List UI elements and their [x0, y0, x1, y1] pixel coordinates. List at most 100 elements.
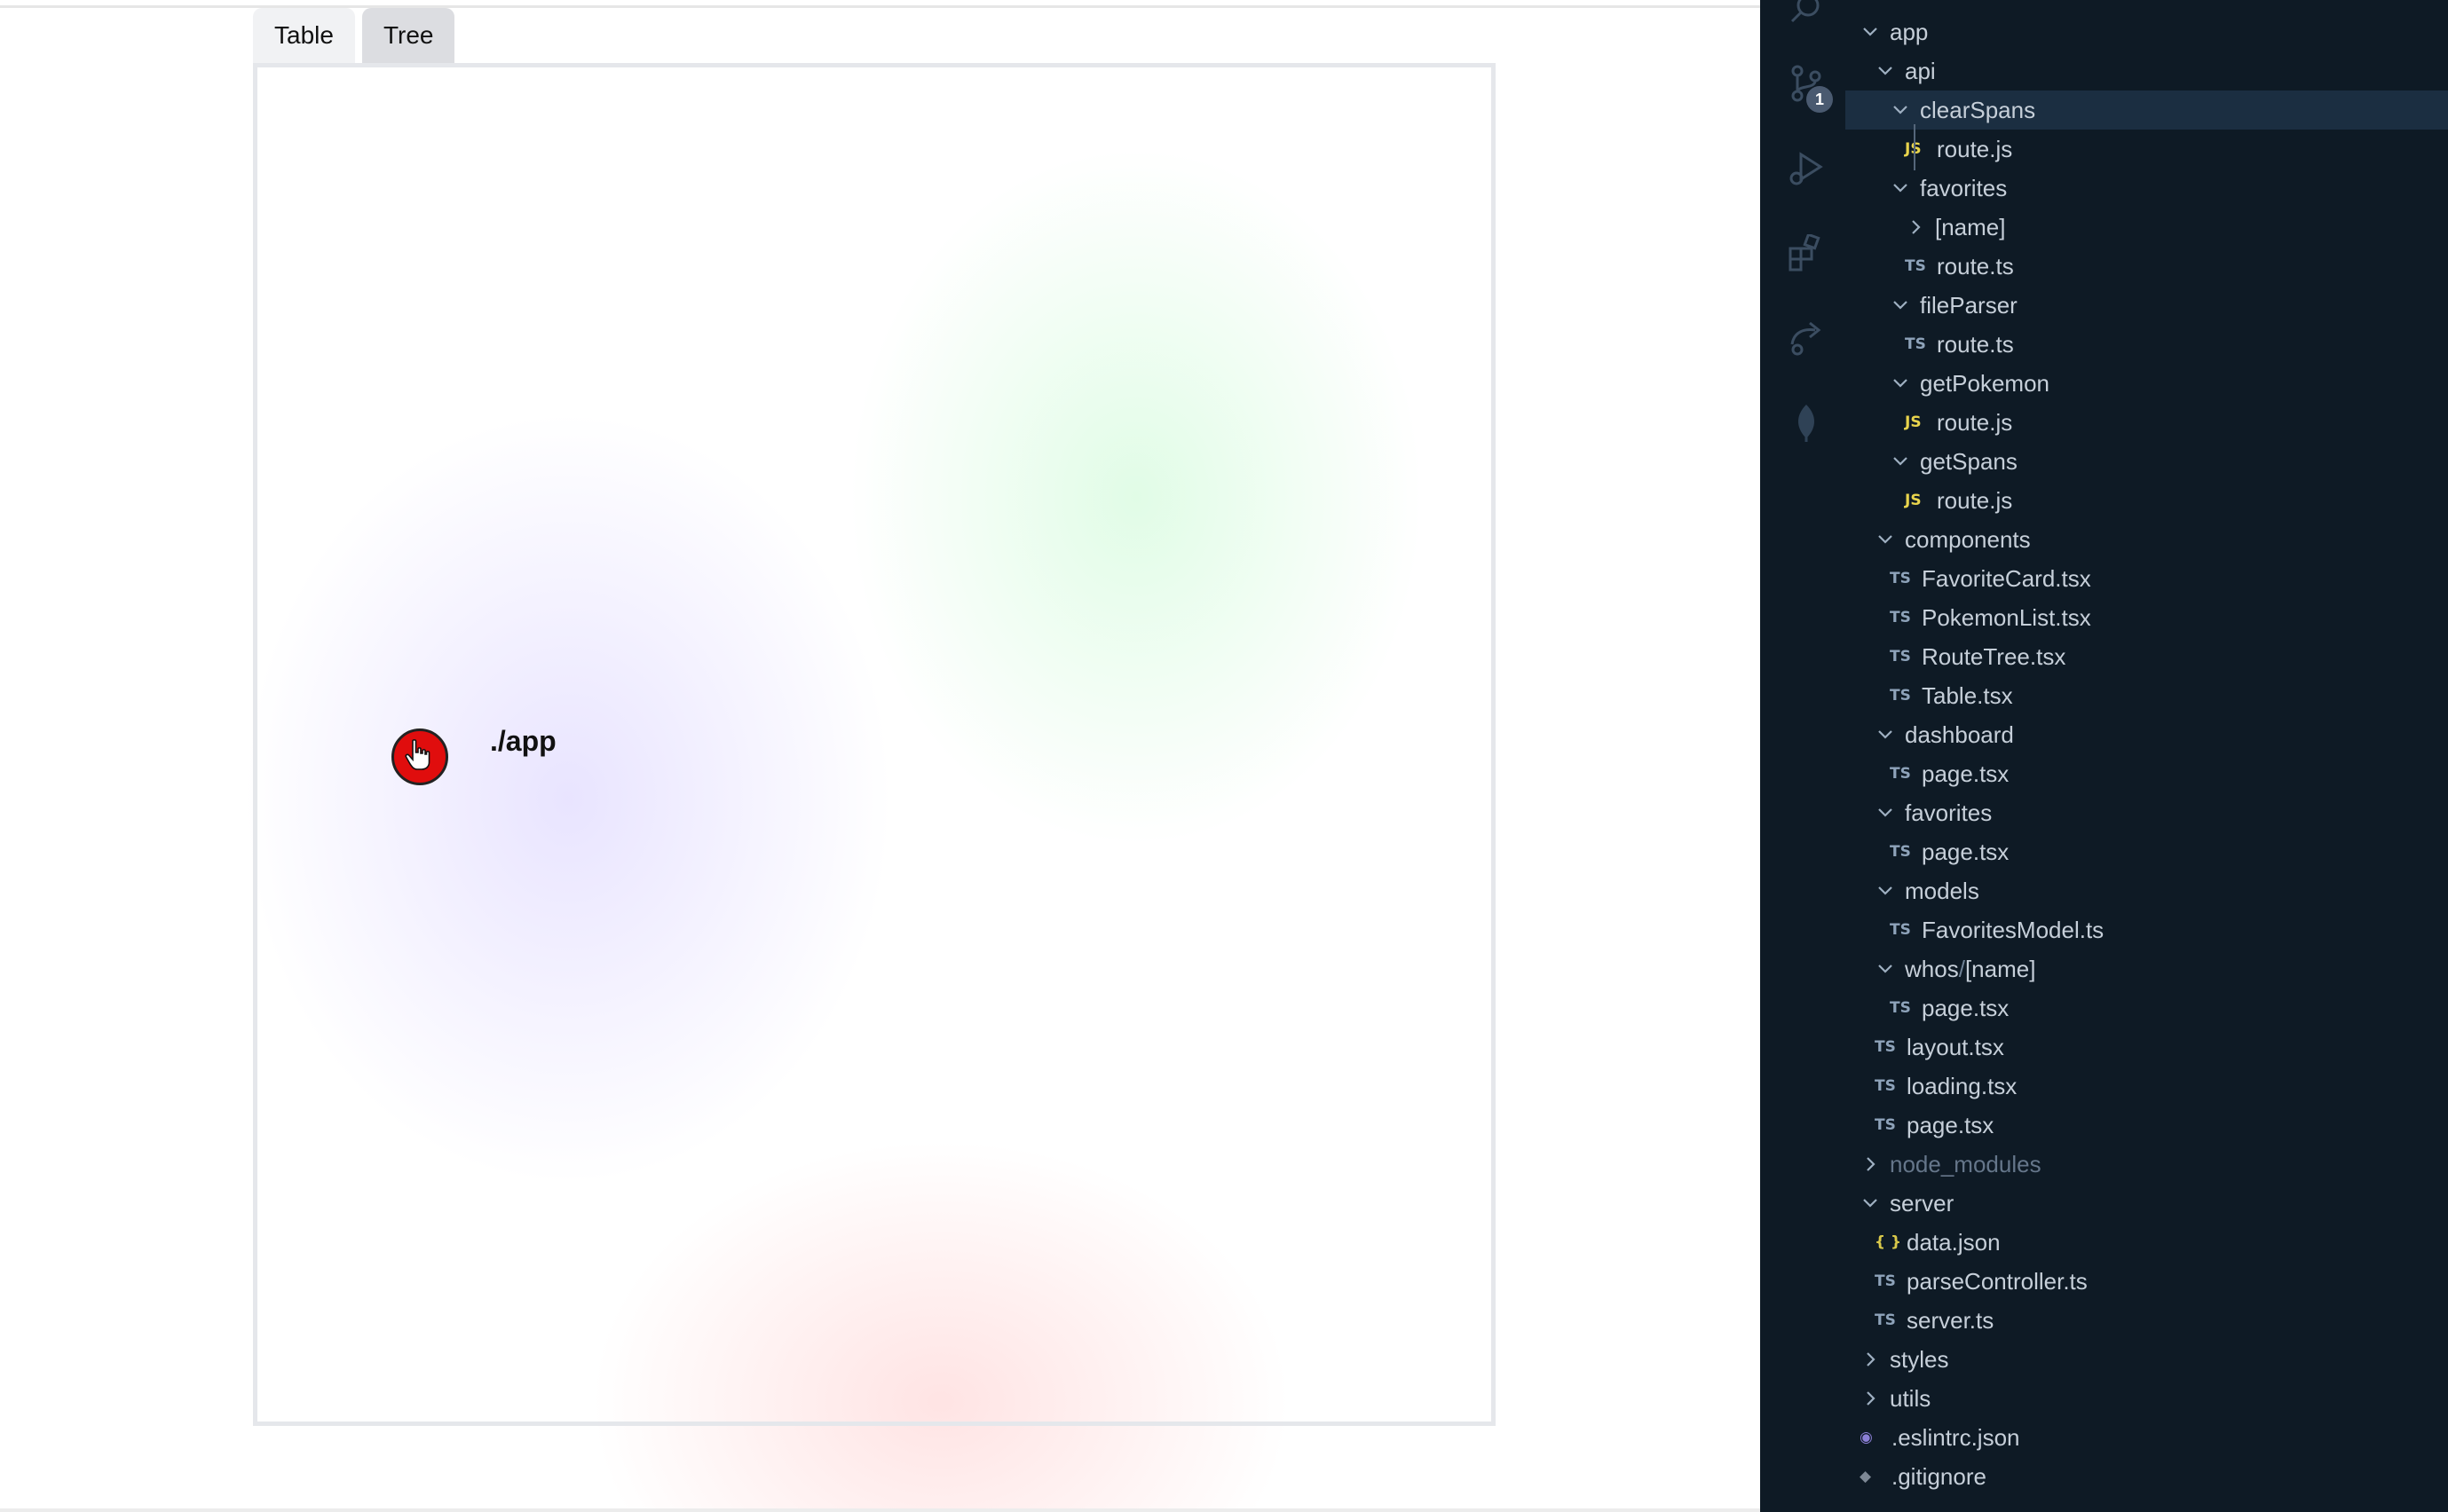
tree-item-label: dashboard: [1905, 721, 2014, 748]
chevron-right-icon[interactable]: [1905, 217, 1926, 238]
chevron-down-icon[interactable]: [1875, 802, 1896, 823]
chevron-right-icon[interactable]: [1860, 1154, 1881, 1175]
folder-row[interactable]: whos / [name]: [1845, 949, 2448, 988]
chevron-down-icon[interactable]: [1875, 958, 1896, 980]
folder-row[interactable]: styles: [1845, 1340, 2448, 1379]
tree-item-label: [name]: [1935, 213, 2006, 240]
file-row[interactable]: TS route.ts: [1845, 325, 2448, 364]
file-row[interactable]: TS server.ts: [1845, 1301, 2448, 1340]
js-file-icon: JS: [1905, 492, 1922, 509]
folder-row[interactable]: [name]: [1845, 208, 2448, 247]
folder-row[interactable]: components: [1845, 520, 2448, 559]
activity-bar: 1: [1760, 0, 1845, 1512]
file-row[interactable]: TS PokemonList.tsx: [1845, 598, 2448, 637]
chevron-down-icon[interactable]: [1890, 177, 1911, 199]
tree-item-label: Table.tsx: [1922, 681, 2013, 709]
tab-table[interactable]: Table: [253, 8, 355, 63]
ts-file-icon: TS: [1890, 648, 1911, 665]
chevron-down-icon[interactable]: [1860, 1193, 1881, 1214]
folder-row[interactable]: utils: [1845, 1379, 2448, 1418]
file-row[interactable]: TS FavoriteCard.tsx: [1845, 559, 2448, 598]
chevron-down-icon[interactable]: [1890, 295, 1911, 316]
chevron-down-icon[interactable]: [1890, 373, 1911, 394]
file-row[interactable]: TS layout.tsx: [1845, 1028, 2448, 1067]
file-row[interactable]: TS Table.tsx: [1845, 676, 2448, 715]
ts-file-icon: TS: [1875, 1038, 1896, 1056]
tree-item-label: route.js: [1937, 486, 2013, 514]
chevron-right-icon[interactable]: [1860, 1349, 1881, 1370]
file-row[interactable]: JS route.js: [1845, 403, 2448, 442]
ts-file-icon: TS: [1890, 687, 1911, 705]
tree-item-label: getSpans: [1920, 447, 2018, 475]
chevron-down-icon[interactable]: [1890, 451, 1911, 472]
folder-row[interactable]: favorites: [1845, 169, 2448, 208]
folder-row[interactable]: node_modules: [1845, 1145, 2448, 1184]
ts-file-icon: TS: [1890, 999, 1911, 1017]
tree-item-label: page.tsx: [1922, 994, 2010, 1021]
folder-row[interactable]: fileParser: [1845, 286, 2448, 325]
tree-item-label: route.ts: [1937, 330, 2014, 358]
file-row[interactable]: ◉ .eslintrc.json: [1845, 1418, 2448, 1457]
tab-tree[interactable]: Tree: [361, 8, 455, 63]
folder-row[interactable]: dashboard: [1845, 715, 2448, 754]
ts-file-icon: TS: [1875, 1077, 1896, 1095]
file-row[interactable]: TS page.tsx: [1845, 988, 2448, 1028]
tree-item-label: route.ts: [1937, 252, 2014, 280]
file-row[interactable]: TS RouteTree.tsx: [1845, 637, 2448, 676]
chevron-right-icon[interactable]: [1860, 1388, 1881, 1409]
mongodb-leaf-icon[interactable]: [1787, 403, 1826, 442]
folder-row[interactable]: clearSpans: [1845, 91, 2448, 130]
file-row[interactable]: JS route.js: [1845, 130, 2448, 169]
path-separator: /: [1958, 955, 1965, 982]
ts-file-icon: TS: [1890, 765, 1911, 783]
tree-item-label: route.js: [1937, 135, 2013, 162]
run-debug-icon[interactable]: [1787, 149, 1826, 188]
folder-row[interactable]: server: [1845, 1184, 2448, 1223]
folder-row[interactable]: getPokemon: [1845, 364, 2448, 403]
file-row[interactable]: TS route.ts: [1845, 247, 2448, 286]
file-row[interactable]: TS parseController.ts: [1845, 1262, 2448, 1301]
tree-panel: ./app: [253, 63, 1496, 1426]
folder-row[interactable]: favorites: [1845, 793, 2448, 832]
folder-row[interactable]: getSpans: [1845, 442, 2448, 481]
hand-cursor-icon: [405, 739, 430, 770]
tree-item-label: loading.tsx: [1907, 1072, 2018, 1099]
file-row[interactable]: TS loading.tsx: [1845, 1067, 2448, 1106]
chevron-down-icon[interactable]: [1860, 21, 1881, 43]
indent-guide: [1914, 124, 1915, 170]
search-icon[interactable]: [1787, 0, 1826, 30]
file-row[interactable]: TS page.tsx: [1845, 1106, 2448, 1145]
eslint-file-icon: ◉: [1860, 1429, 1873, 1446]
tree-item-label: PokemonList.tsx: [1922, 603, 2091, 631]
remote-share-icon[interactable]: [1787, 318, 1826, 357]
chevron-down-icon[interactable]: [1875, 60, 1896, 82]
tree-item-label: route.js: [1937, 408, 2013, 436]
folder-row[interactable]: app: [1845, 12, 2448, 51]
tree-item-label: styles: [1890, 1345, 1949, 1373]
tree-node-label: ./app: [490, 725, 557, 757]
chevron-down-icon[interactable]: [1875, 724, 1896, 745]
ts-file-icon: TS: [1875, 1311, 1896, 1329]
folder-row[interactable]: api: [1845, 51, 2448, 91]
tree-item-label: app: [1890, 18, 1929, 45]
file-row[interactable]: TS page.tsx: [1845, 754, 2448, 793]
ts-file-icon: TS: [1875, 1272, 1896, 1290]
file-row[interactable]: TS page.tsx: [1845, 832, 2448, 871]
file-row[interactable]: JS route.js: [1845, 481, 2448, 520]
chevron-down-icon[interactable]: [1890, 99, 1911, 121]
chevron-down-icon[interactable]: [1875, 529, 1896, 550]
git-file-icon: ◆: [1860, 1468, 1872, 1485]
extensions-icon[interactable]: [1787, 234, 1826, 273]
file-row[interactable]: { } data.json: [1845, 1223, 2448, 1262]
file-row[interactable]: TS FavoritesModel.ts: [1845, 910, 2448, 949]
folder-row[interactable]: models: [1845, 871, 2448, 910]
tree-item-label: getPokemon: [1920, 369, 2049, 397]
tree-item-label: parseController.ts: [1907, 1267, 2088, 1295]
view-tabs: Table Tree: [253, 8, 455, 63]
tree-item-label: server: [1890, 1189, 1954, 1217]
ts-file-icon: TS: [1875, 1116, 1896, 1134]
chevron-down-icon[interactable]: [1875, 880, 1896, 902]
tree-item-label: server.ts: [1907, 1306, 1994, 1334]
file-row[interactable]: ◆ .gitignore: [1845, 1457, 2448, 1496]
tree-item-label-suffix: [name]: [1964, 955, 2036, 982]
